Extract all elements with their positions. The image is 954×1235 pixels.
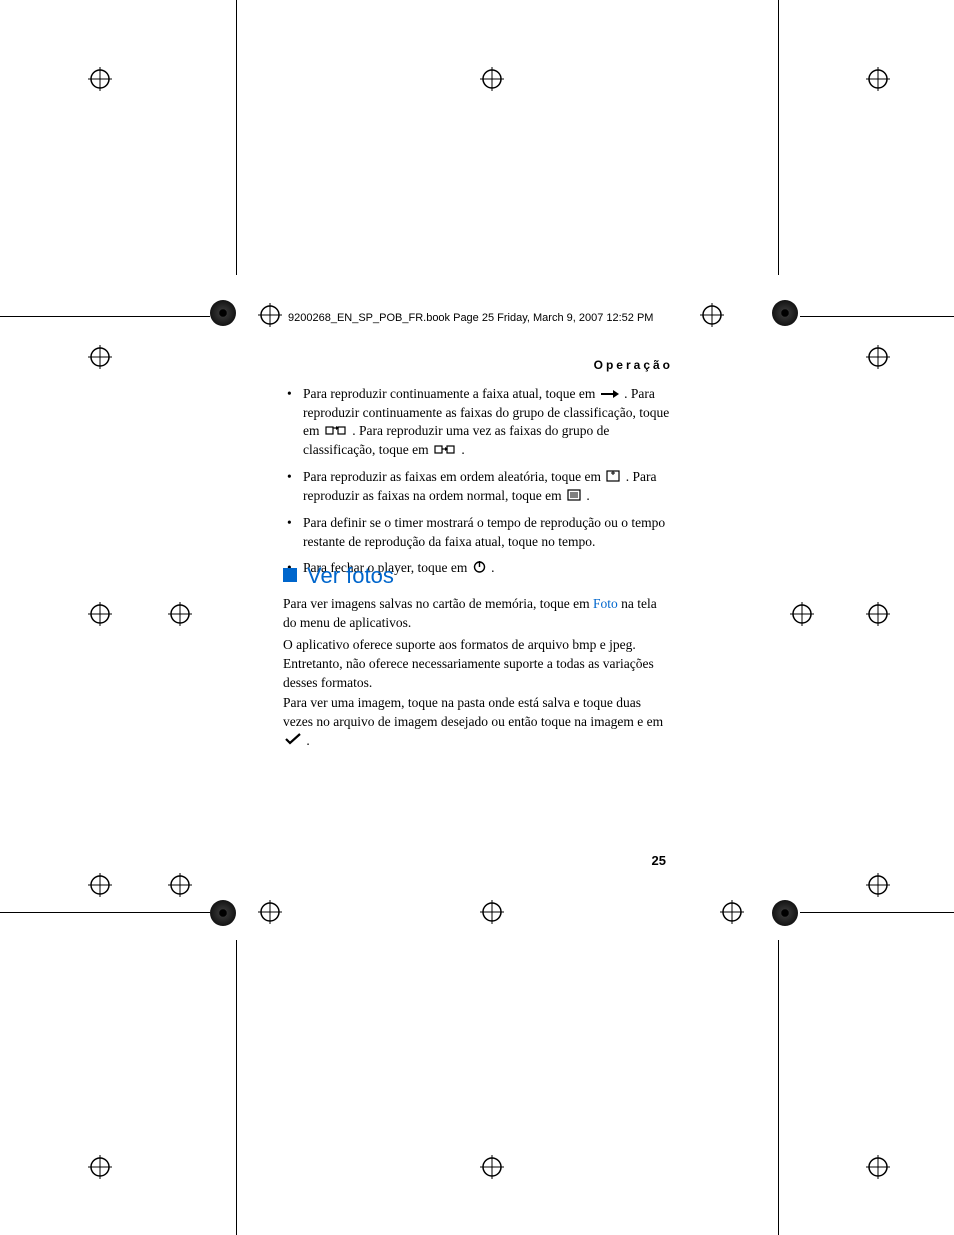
foto-link[interactable]: Foto	[593, 596, 618, 611]
registration-mark-icon	[866, 345, 890, 369]
registration-mark-icon	[88, 1155, 112, 1179]
body-paragraph: O aplicativo oferece suporte aos formato…	[283, 636, 673, 693]
registration-solid-icon	[772, 900, 798, 926]
registration-mark-icon	[88, 345, 112, 369]
list-item: Para reproduzir continuamente a faixa at…	[283, 385, 673, 460]
registration-mark-icon	[866, 873, 890, 897]
bullet-text: Para reproduzir continuamente a faixa at…	[303, 386, 599, 401]
registration-mark-icon	[480, 67, 504, 91]
registration-mark-icon	[168, 602, 192, 626]
registration-mark-icon	[168, 873, 192, 897]
crop-line	[778, 940, 779, 1235]
paragraph-text: Para ver imagens salvas no cartão de mem…	[283, 596, 593, 611]
registration-mark-icon	[88, 602, 112, 626]
list-item: Para definir se o timer mostrará o tempo…	[283, 514, 673, 550]
registration-mark-icon	[258, 303, 282, 327]
page-number: 25	[652, 853, 666, 868]
registration-mark-icon	[258, 900, 282, 924]
bullet-text: .	[461, 442, 464, 457]
body-paragraph: Para ver imagens salvas no cartão de mem…	[283, 595, 673, 633]
normal-order-icon	[567, 488, 581, 506]
registration-mark-icon	[480, 900, 504, 924]
crop-line	[0, 912, 210, 913]
crop-line	[236, 0, 237, 275]
body-paragraph: Para ver uma imagem, toque na pasta onde…	[283, 694, 673, 751]
print-header: 9200268_EN_SP_POB_FR.book Page 25 Friday…	[288, 312, 708, 324]
registration-mark-icon	[866, 1155, 890, 1179]
running-header: Operação	[283, 358, 673, 372]
registration-mark-icon	[480, 1155, 504, 1179]
registration-mark-icon	[866, 602, 890, 626]
registration-mark-icon	[866, 67, 890, 91]
bullet-list: Para reproduzir continuamente a faixa at…	[283, 385, 673, 586]
bullet-text: . Para reproduzir uma vez as faixas do g…	[303, 423, 609, 457]
registration-solid-icon	[210, 300, 236, 326]
section-heading: Ver fotos	[283, 563, 394, 589]
checkmark-icon	[285, 732, 301, 751]
registration-solid-icon	[210, 900, 236, 926]
registration-mark-icon	[790, 602, 814, 626]
registration-solid-icon	[772, 300, 798, 326]
crop-line	[800, 912, 954, 913]
arrow-right-icon	[601, 386, 619, 404]
bullet-text: Para reproduzir as faixas em ordem aleat…	[303, 469, 604, 484]
bullet-text: .	[586, 488, 589, 503]
shuffle-icon	[606, 469, 620, 487]
heading-square-icon	[283, 568, 297, 582]
paragraph-text: .	[306, 733, 309, 748]
crop-line	[800, 316, 954, 317]
crop-line	[0, 316, 210, 317]
paragraph-text: Para ver uma imagem, toque na pasta onde…	[283, 695, 663, 729]
play-once-group-icon	[434, 442, 456, 460]
list-item: Para reproduzir as faixas em ordem aleat…	[283, 468, 673, 506]
crop-line	[236, 940, 237, 1235]
bullet-text: Para definir se o timer mostrará o tempo…	[303, 515, 665, 548]
crop-line	[778, 0, 779, 275]
registration-mark-icon	[88, 873, 112, 897]
heading-text: Ver fotos	[307, 563, 394, 588]
bullet-text: .	[491, 560, 494, 575]
power-icon	[473, 560, 486, 578]
registration-mark-icon	[88, 67, 112, 91]
repeat-group-icon	[325, 423, 347, 441]
registration-mark-icon	[720, 900, 744, 924]
